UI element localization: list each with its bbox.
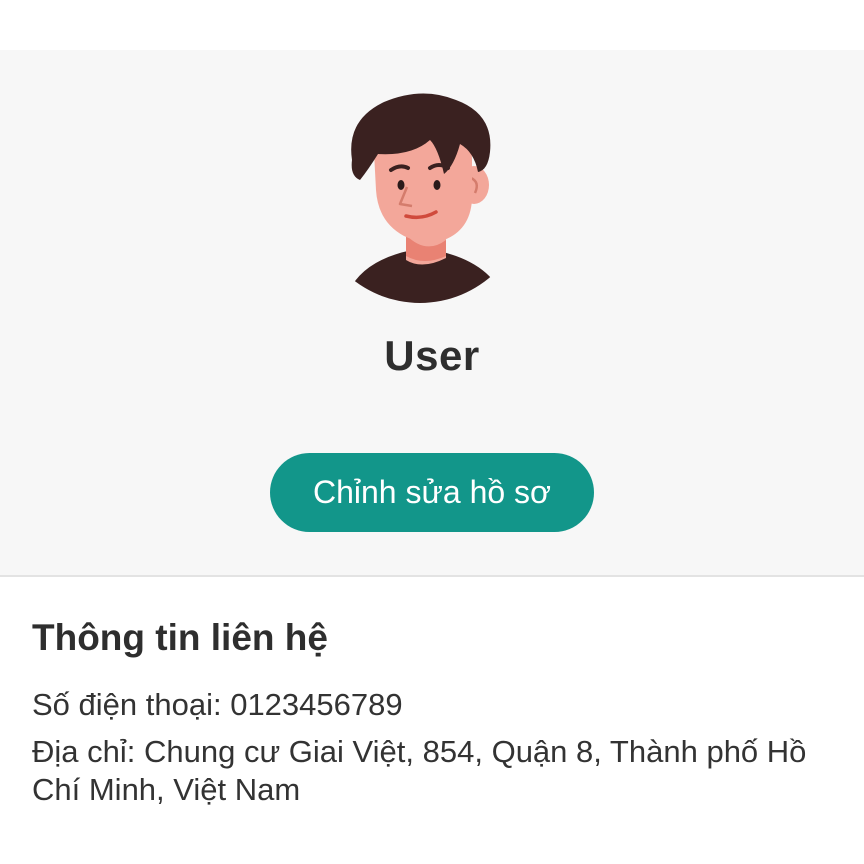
- address: Địa chỉ: Chung cư Giai Việt, 854, Quận 8…: [32, 734, 807, 807]
- avatar[interactable]: [334, 90, 514, 305]
- status-area: [0, 0, 864, 50]
- edit-profile-button[interactable]: Chỉnh sửa hồ sơ: [270, 453, 594, 532]
- user-name: User: [384, 332, 480, 379]
- profile-header: User Chỉnh sửa hồ sơ: [0, 50, 864, 577]
- contact-info-section: Thông tin liên hệ Số điện thoại: 0123456…: [32, 612, 832, 819]
- phone-number: Số điện thoại: 0123456789: [32, 687, 403, 722]
- user-avatar-icon: [344, 93, 506, 303]
- contact-info-title: Thông tin liên hệ: [32, 617, 328, 658]
